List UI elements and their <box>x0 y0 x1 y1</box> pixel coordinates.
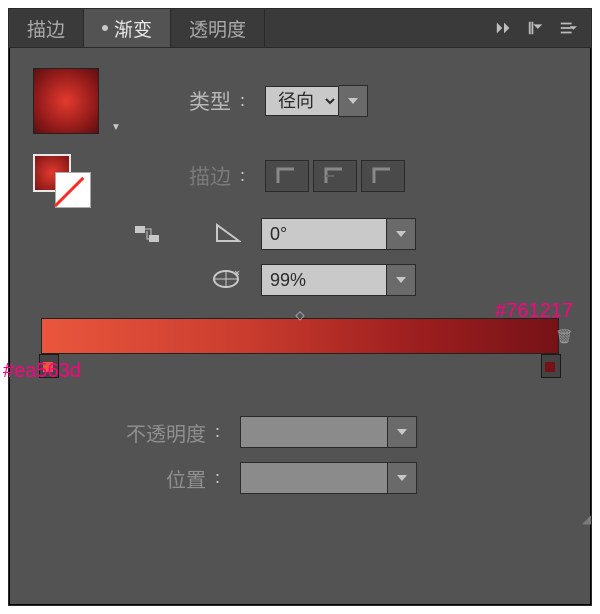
gradient-bar[interactable] <box>41 318 559 354</box>
position-row: 位置 ： <box>33 462 567 494</box>
fast-forward-icon[interactable] <box>495 19 513 37</box>
ratio-input[interactable] <box>261 264 387 296</box>
position-label: 位置 <box>96 464 206 493</box>
stroke-label: 描边 <box>163 161 231 191</box>
gradient-slider[interactable]: ◇ 🗑 #761217 #ea563d <box>33 318 567 354</box>
type-label: 类型 <box>163 86 231 116</box>
dock-icon[interactable] <box>527 19 545 37</box>
chevron-down-icon <box>397 475 407 481</box>
panel-body: ▼ 类型 ： 径向 描边 ： <box>9 48 591 528</box>
type-select[interactable]: 径向 <box>265 86 339 116</box>
chevron-down-icon <box>396 277 406 283</box>
trash-icon[interactable]: 🗑 <box>555 328 573 345</box>
opacity-label: 不透明度 <box>96 418 206 447</box>
color-stop-right[interactable] <box>541 354 561 378</box>
fill-stroke-swatches[interactable] <box>33 154 97 204</box>
position-input[interactable] <box>240 462 388 494</box>
opacity-dropdown[interactable] <box>388 416 417 448</box>
bottom-fields: 不透明度 ： 位置 ： <box>33 416 567 494</box>
swap-icon[interactable] <box>135 224 163 244</box>
midpoint-icon[interactable]: ◇ <box>295 308 304 322</box>
colon: ： <box>214 468 228 488</box>
opacity-row: 不透明度 ： <box>33 416 567 448</box>
stop-right-swatch <box>545 362 555 372</box>
tab-active-dot <box>102 25 108 31</box>
chevron-down-icon <box>397 429 407 435</box>
position-dropdown[interactable] <box>388 462 417 494</box>
opacity-input[interactable] <box>240 416 388 448</box>
chevron-down-icon <box>348 98 358 104</box>
colon: ： <box>239 91 253 111</box>
stroke-mode-2[interactable] <box>313 160 357 192</box>
colon: ： <box>239 166 253 186</box>
tab-bar: 描边 渐变 透明度 <box>9 9 591 48</box>
menu-icon[interactable] <box>559 19 577 37</box>
aspect-ratio-icon <box>211 268 241 290</box>
colon: ： <box>214 422 228 442</box>
annotation-right: #761217 <box>495 300 573 323</box>
tab-gradient[interactable]: 渐变 <box>84 9 171 47</box>
type-row: ▼ 类型 ： 径向 <box>33 68 567 134</box>
gradient-panel: 描边 渐变 透明度 ▼ 类型 ： 径向 <box>8 8 592 606</box>
annotation-left: #ea563d <box>3 360 81 383</box>
resize-grip-icon[interactable]: ◢ <box>582 512 589 526</box>
panel-tools <box>495 19 591 37</box>
type-dropdown-button[interactable] <box>339 85 368 117</box>
gradient-swatch[interactable] <box>33 68 99 134</box>
angle-input[interactable] <box>261 218 387 250</box>
stroke-mode-3[interactable] <box>361 160 405 192</box>
swatch-dropdown-icon[interactable]: ▼ <box>111 122 121 133</box>
tab-stroke[interactable]: 描边 <box>9 9 84 47</box>
stroke-row: 描边 ： <box>33 148 567 204</box>
angle-icon <box>215 223 241 243</box>
angle-dropdown[interactable] <box>387 218 416 250</box>
ratio-row <box>33 264 567 296</box>
tab-gradient-label: 渐变 <box>114 15 152 42</box>
ratio-dropdown[interactable] <box>387 264 416 296</box>
tab-transparency[interactable]: 透明度 <box>171 9 265 47</box>
chevron-down-icon <box>396 231 406 237</box>
angle-row <box>33 218 567 250</box>
stroke-mode-1[interactable] <box>265 160 309 192</box>
stroke-swatch[interactable] <box>55 172 91 208</box>
